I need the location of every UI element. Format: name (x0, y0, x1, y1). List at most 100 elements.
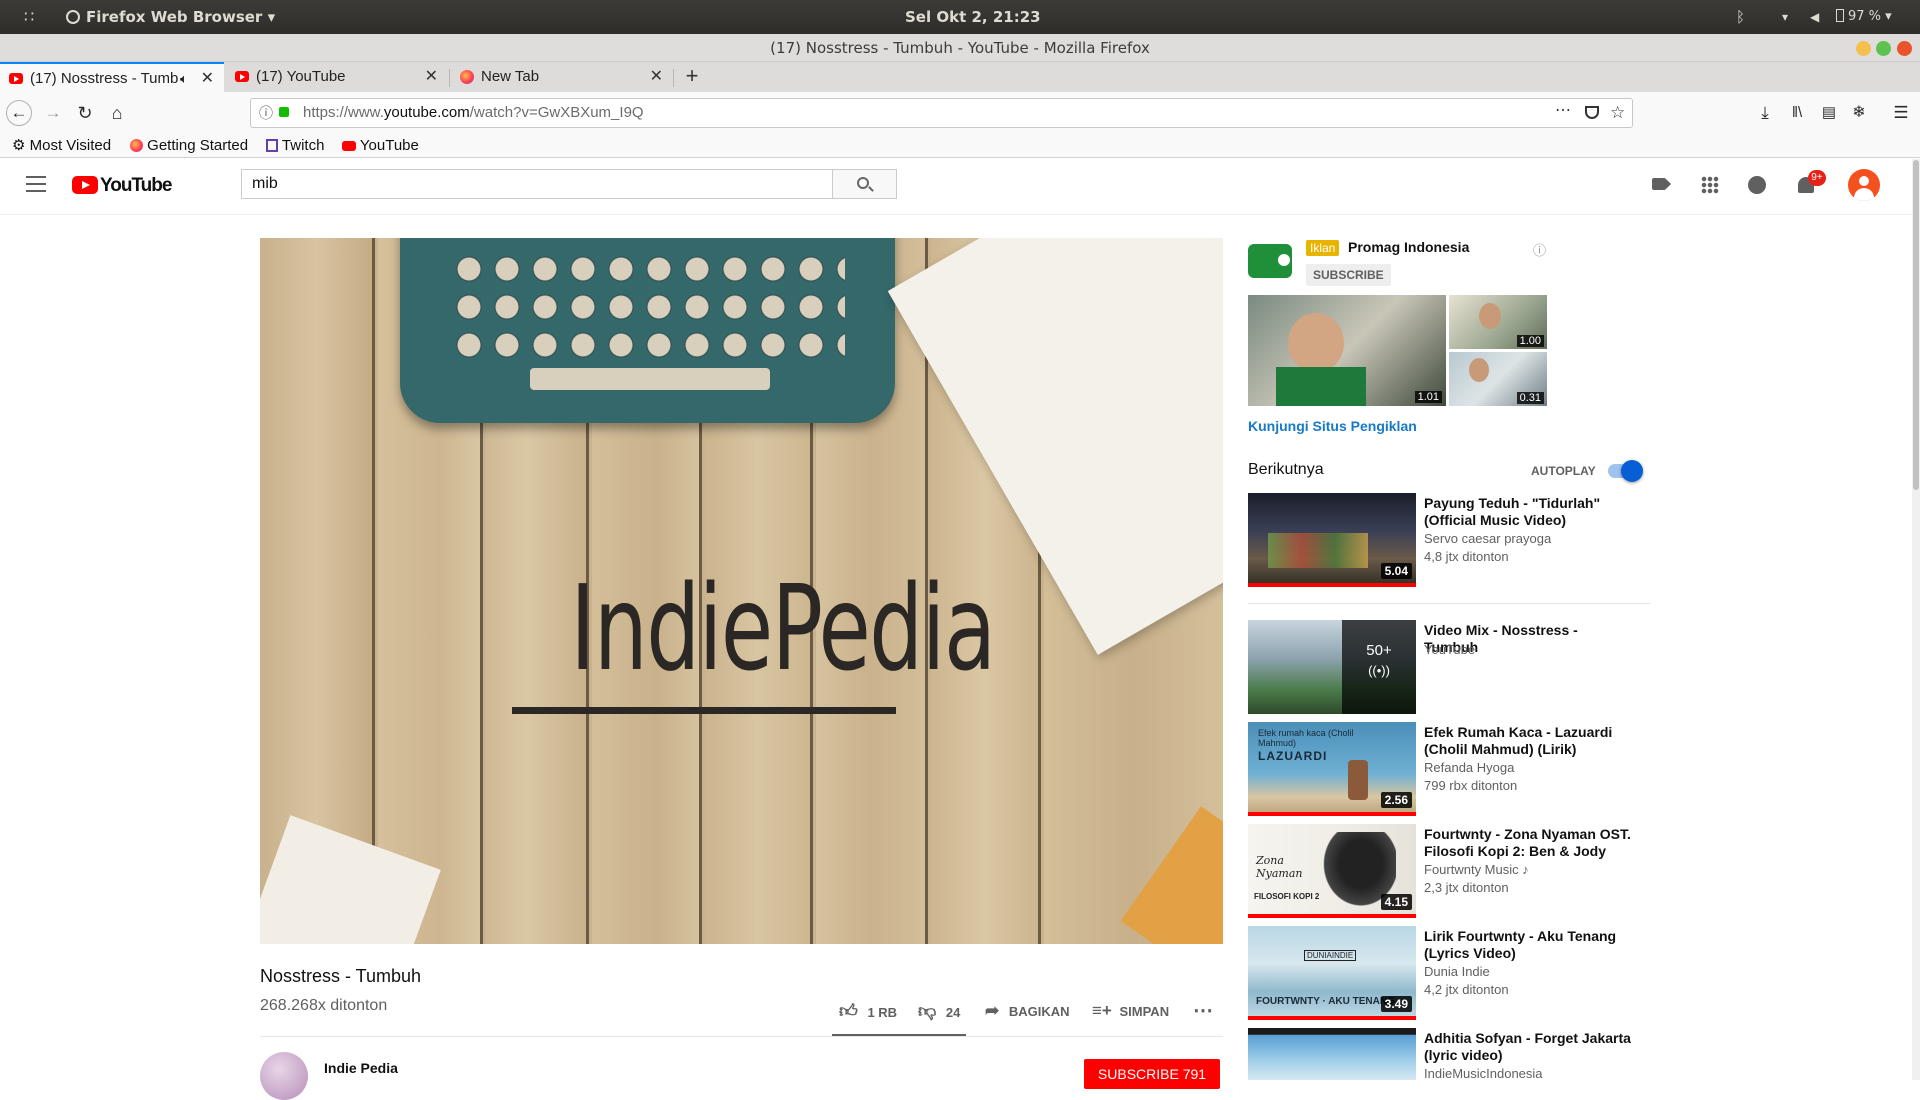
mix-overlay: 50+ ((•)) (1342, 620, 1416, 714)
video-title: Lirik Fourtwnty - Aku Tenang (Lyrics Vid… (1424, 928, 1617, 961)
advertiser-name[interactable]: Promag Indonesia (1348, 239, 1469, 255)
url-path: /watch?v=GwXBXum_I9Q (469, 104, 644, 121)
list-item[interactable]: 5.04 Payung Teduh - "Tidurlah" (Official… (1248, 493, 1668, 593)
close-window-button[interactable] (1897, 41, 1912, 56)
account-avatar[interactable] (1848, 169, 1880, 201)
save-button[interactable]: ≡+ SIMPAN (1092, 1000, 1169, 1022)
ad-video-main[interactable]: 1.01 (1248, 295, 1446, 406)
thumbnail-title: Zona Nyaman (1256, 854, 1303, 880)
bookmark-most-visited[interactable]: ⚙ Most Visited (12, 134, 111, 158)
back-button[interactable]: ← (6, 100, 32, 126)
video-title: Nosstress - Tumbuh (260, 966, 422, 986)
tab-nosstress[interactable]: (17) Nosstress - Tumb 🔈︎ ✕ (0, 62, 224, 92)
bookmark-label: Most Visited (29, 137, 112, 154)
video-title: Efek Rumah Kaca - Lazuardi (Cholil Mahmu… (1424, 724, 1613, 757)
youtube-favicon-icon (235, 71, 249, 82)
video-thumbnail[interactable]: DUNIAINDIE FOURTWNTY · AKU TENANG 3.49 (1248, 926, 1416, 1020)
list-item[interactable]: DUNIAINDIE FOURTWNTY · AKU TENANG 3.49 L… (1248, 926, 1668, 1020)
video-thumbnail[interactable]: 5.04 (1248, 493, 1416, 587)
page-actions-icon[interactable]: ⋯ (1555, 97, 1571, 125)
battery-indicator[interactable]: 97 % ▾ (1836, 0, 1892, 34)
tab-youtube[interactable]: (17) YouTube ✕ (226, 62, 448, 92)
visit-advertiser-link[interactable]: Kunjungi Situs Pengiklan (1248, 418, 1417, 434)
lock-icon[interactable] (279, 107, 289, 117)
scrollbar-thumb[interactable] (1913, 160, 1919, 490)
youtube-logo[interactable]: YouTube (72, 175, 172, 197)
video-thumbnail[interactable]: Zona Nyaman FILOSOFI KOPI 2 4.15 (1248, 824, 1416, 918)
wifi-icon[interactable]: ▾ (1782, 0, 1788, 34)
youtube-logo-icon (72, 176, 98, 194)
ad-badge: Iklan (1306, 240, 1340, 256)
tab-separator (449, 69, 450, 87)
ad-video-second[interactable]: 1.00 (1449, 295, 1547, 349)
minimize-button[interactable] (1856, 41, 1871, 56)
channel-avatar[interactable] (260, 1052, 308, 1100)
ad-info-icon[interactable]: ⓘ (1533, 240, 1546, 259)
channel-name: Dunia Indie (1424, 964, 1490, 979)
bookmark-getting-started[interactable]: Getting Started (130, 134, 248, 158)
pocket-icon[interactable] (1585, 106, 1599, 119)
app-menu[interactable]: Firefox Web Browser ▾ (66, 0, 275, 34)
sidebar-icon[interactable]: ▤ (1816, 100, 1842, 126)
video-thumbnail[interactable] (1248, 1028, 1416, 1080)
activities-grid-icon[interactable]: ∷ (24, 0, 34, 34)
library-icon[interactable]: ‖\ (1784, 100, 1810, 126)
extension-icon[interactable]: ❄ (1846, 100, 1872, 126)
create-video-icon[interactable] (1652, 178, 1666, 190)
ad-subscribe-button[interactable]: SUBSCRIBE (1306, 264, 1391, 286)
share-button[interactable]: ➦ BAGIKAN (985, 1000, 1070, 1022)
subscribe-button[interactable]: SUBSCRIBE 791 (1084, 1059, 1220, 1089)
tab-new-tab[interactable]: New Tab ✕ (451, 62, 673, 92)
video-thumbnail[interactable]: 50+ ((•)) (1248, 620, 1416, 714)
home-button[interactable]: ⌂ (104, 100, 130, 126)
bluetooth-icon[interactable]: ᛒ (1736, 0, 1745, 34)
apps-grid-icon[interactable] (1701, 176, 1719, 194)
forward-button[interactable]: → (40, 100, 66, 126)
clock[interactable]: Sel Okt 2, 21:23 (905, 0, 1041, 34)
close-tab-icon[interactable]: ✕ (425, 62, 438, 92)
dislike-button[interactable]: 👎︎ 24 (918, 1000, 960, 1022)
system-top-bar: ∷ Firefox Web Browser ▾ Sel Okt 2, 21:23… (0, 0, 1920, 34)
reload-button[interactable]: ↻ (72, 100, 98, 126)
url-bar[interactable]: ⓘ https://www.youtube.com/watch?v=GwXBXu… (250, 98, 1633, 128)
list-item[interactable]: Efek rumah kaca (Cholil Mahmud) LAZUARDI… (1248, 722, 1668, 816)
autoplay-toggle-knob (1621, 460, 1643, 482)
video-player[interactable]: IndiePedia (260, 238, 1223, 944)
hamburger-menu-icon[interactable]: ☰ (1888, 100, 1914, 126)
youtube-favicon-icon (9, 73, 23, 84)
close-tab-icon[interactable]: ✕ (201, 64, 214, 92)
close-tab-icon[interactable]: ✕ (650, 62, 663, 92)
avatar-body (1854, 188, 1874, 201)
new-tab-button[interactable]: + (680, 62, 704, 92)
video-thumbnail[interactable]: Efek rumah kaca (Cholil Mahmud) LAZUARDI… (1248, 722, 1416, 816)
downloads-icon[interactable]: ⤓ (1752, 100, 1778, 126)
guide-menu-icon[interactable] (26, 176, 46, 192)
like-button[interactable]: 👍︎ 1 RB (839, 1000, 897, 1022)
advertiser-logo[interactable] (1248, 244, 1292, 278)
bookmark-youtube[interactable]: YouTube (342, 134, 419, 158)
list-item[interactable]: Zona Nyaman FILOSOFI KOPI 2 4.15 Fourtwn… (1248, 824, 1668, 918)
url-text: https://www.youtube.com/watch?v=GwXBXum_… (303, 99, 644, 127)
search-input[interactable]: mib (241, 169, 833, 199)
more-actions-icon[interactable]: ⋯ (1193, 1000, 1213, 1022)
info-icon[interactable]: ⓘ (259, 99, 273, 127)
view-count: 799 rbx ditonton (1424, 778, 1518, 793)
autoplay-toggle[interactable] (1608, 460, 1643, 482)
speaker-icon[interactable]: 🔈︎ (180, 64, 188, 92)
window-titlebar: (17) Nosstress - Tumbuh - YouTube - Mozi… (0, 34, 1920, 62)
list-item[interactable]: Adhitia Sofyan - Forget Jakarta (lyric v… (1248, 1028, 1668, 1081)
list-item[interactable]: 50+ ((•)) Video Mix - Nosstress - Tumbuh… (1248, 620, 1668, 714)
volume-icon[interactable]: ◀ (1810, 0, 1819, 34)
bookmark-twitch[interactable]: Twitch (266, 134, 324, 158)
search-button[interactable] (833, 169, 897, 199)
channel-name: IndieMusicIndonesia (1424, 1066, 1543, 1081)
maximize-button[interactable] (1876, 41, 1891, 56)
messages-icon[interactable] (1748, 176, 1766, 194)
channel-name[interactable]: Indie Pedia (324, 1060, 398, 1076)
ad-video-third[interactable]: 0.31 (1449, 352, 1547, 406)
bookmarks-toolbar: ⚙ Most Visited Getting Started Twitch Yo… (0, 134, 1920, 158)
youtube-masthead: YouTube mib 9+ (0, 159, 1916, 215)
bookmark-star-icon[interactable]: ☆ (1610, 99, 1625, 127)
window-title: (17) Nosstress - Tumbuh - YouTube - Mozi… (770, 39, 1150, 57)
channel-name: Fourtwnty Music ♪ (1424, 862, 1529, 877)
